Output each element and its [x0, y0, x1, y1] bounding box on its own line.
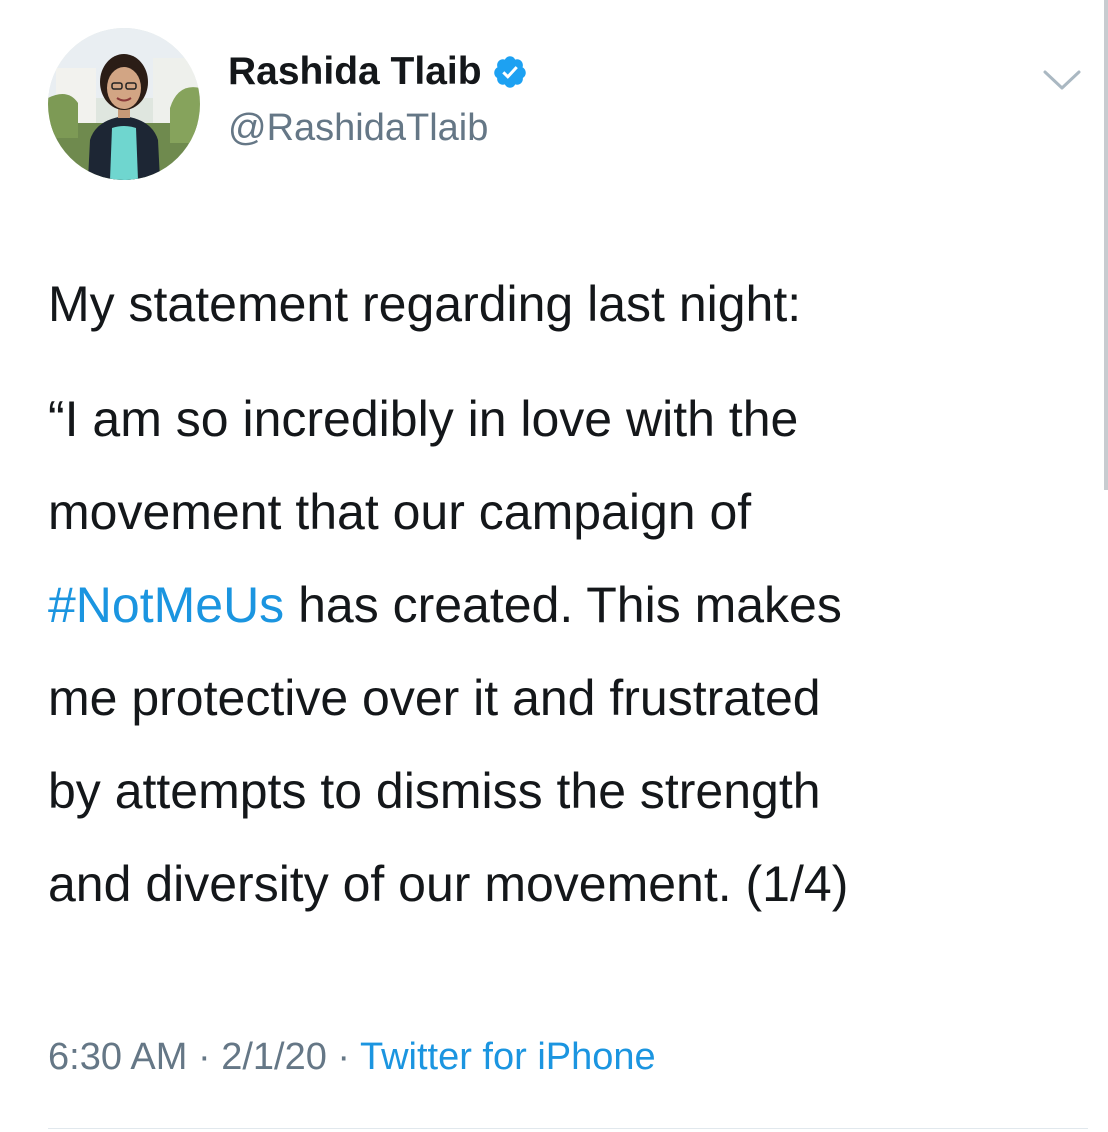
- avatar[interactable]: [48, 28, 200, 180]
- tweet-intro: My statement regarding last night:: [48, 276, 802, 332]
- tweet-line: “I am so incredibly in love with the: [48, 391, 799, 447]
- author-handle[interactable]: @RashidaTlaib: [228, 107, 488, 150]
- display-name[interactable]: Rashida Tlaib: [228, 50, 482, 94]
- tweet-meta: 6:30 AM · 2/1/20 · Twitter for iPhone: [48, 1036, 656, 1079]
- tweet-line: by attempts to dismiss the strength: [48, 763, 821, 819]
- tweet-line: me protective over it and frustrated: [48, 670, 821, 726]
- hashtag-link[interactable]: #NotMeUs: [48, 577, 284, 633]
- meta-separator: ·: [337, 1036, 351, 1078]
- tweet-date[interactable]: 2/1/20: [221, 1036, 327, 1078]
- meta-separator: ·: [197, 1036, 211, 1078]
- tweet-line: #NotMeUs has created. This makes: [48, 559, 1078, 652]
- author-name-row[interactable]: Rashida Tlaib: [228, 50, 528, 94]
- tweet-source-link[interactable]: Twitter for iPhone: [360, 1036, 656, 1078]
- divider: [48, 1128, 1088, 1129]
- chevron-down-icon[interactable]: [1042, 68, 1082, 92]
- tweet-text: My statement regarding last night: “I am…: [48, 258, 1078, 931]
- tweet-time[interactable]: 6:30 AM: [48, 1036, 187, 1078]
- scrollbar[interactable]: [1104, 0, 1108, 490]
- tweet-line: and diversity of our movement. (1/4): [48, 856, 849, 912]
- avatar-photo: [48, 28, 200, 180]
- verified-badge-icon: [493, 56, 526, 88]
- tweet-line: movement that our campaign of: [48, 484, 752, 540]
- tweet-line-text: has created. This makes: [298, 577, 842, 633]
